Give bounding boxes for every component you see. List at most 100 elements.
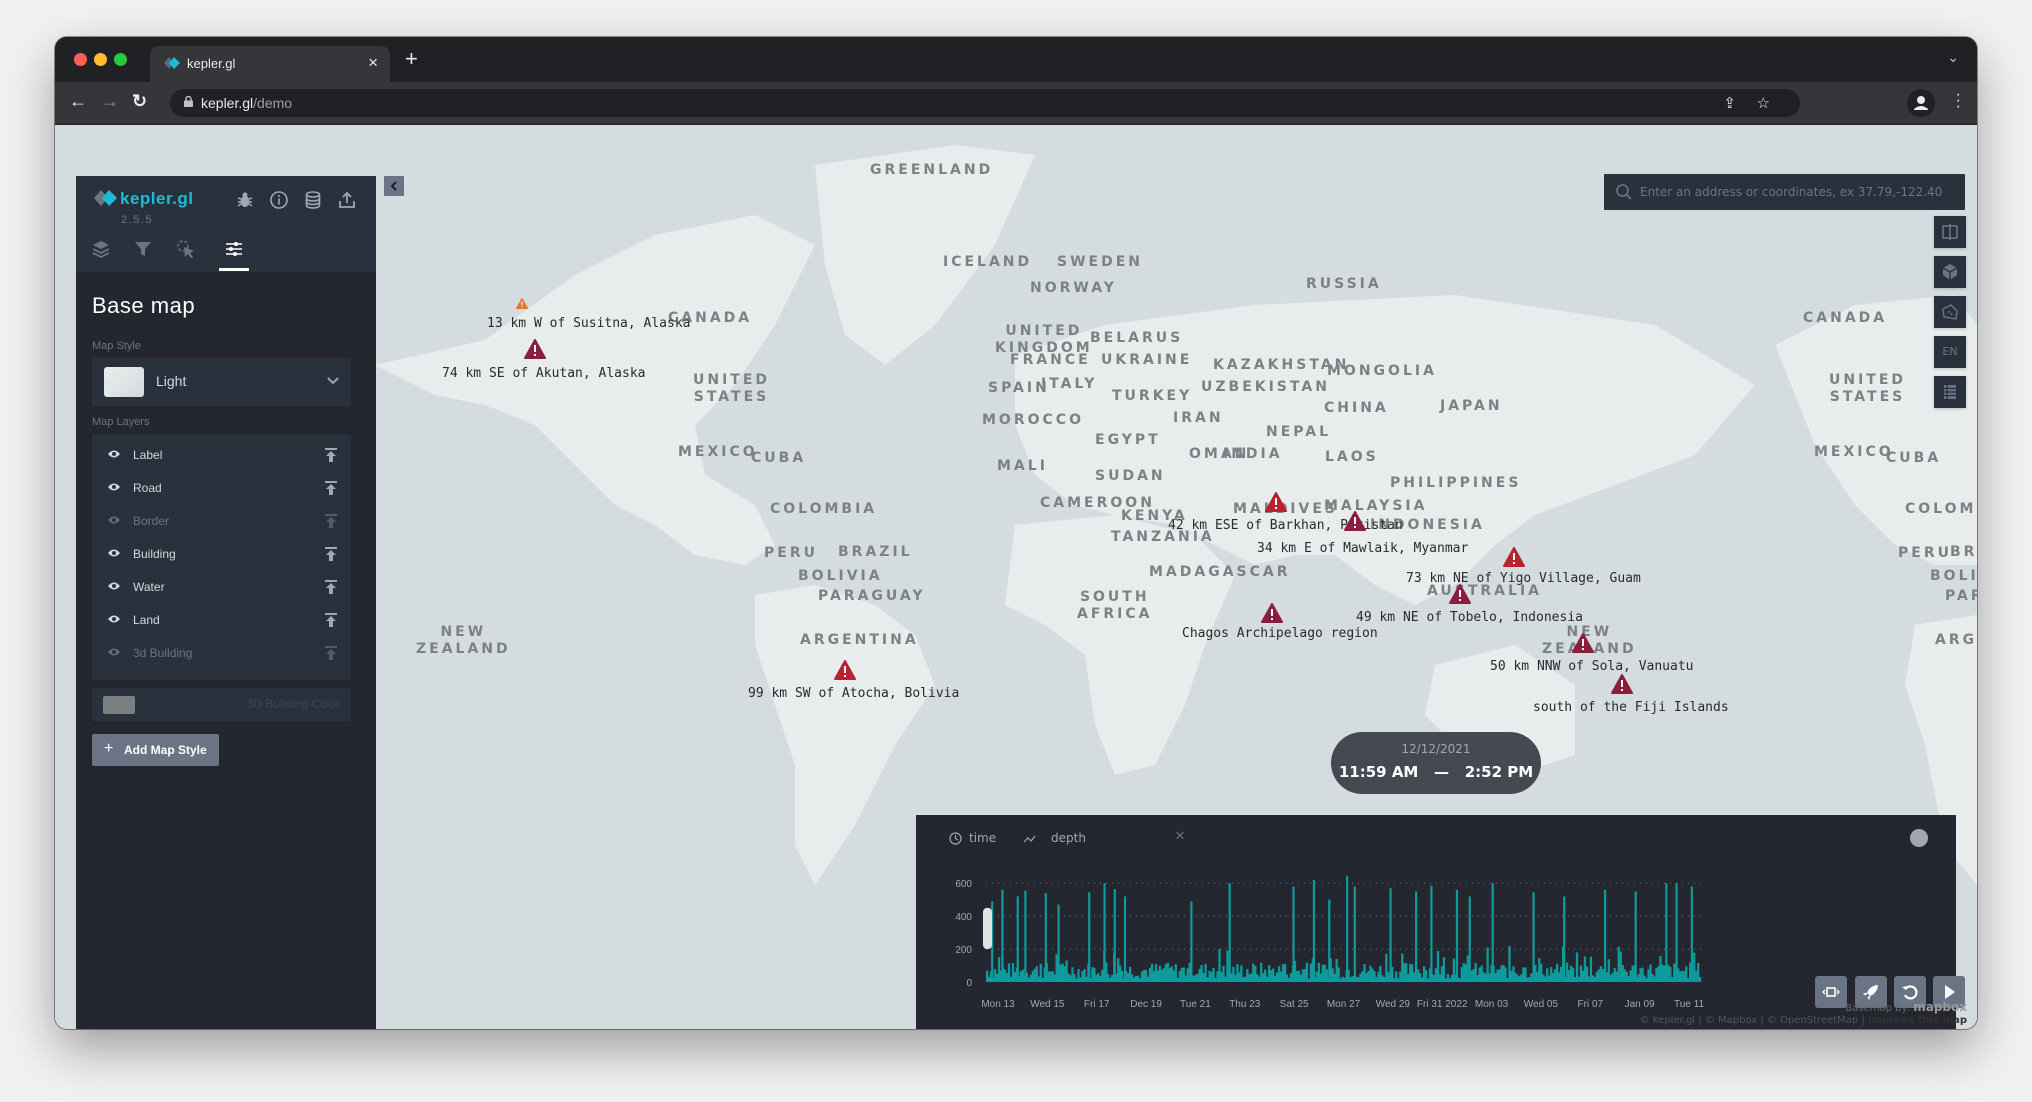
depth-histogram-chart[interactable]: 0 200 400 600 Mon 13 Wed 15 Fri 17 Dec 19 Tue 21… (936, 870, 1716, 1020)
country-label: SOUTH AFRICA (1077, 589, 1153, 622)
interactions-tab-icon[interactable] (175, 238, 197, 260)
minimize-window-button[interactable] (94, 53, 107, 66)
histogram-bar (1220, 972, 1223, 982)
histogram-bar (1073, 974, 1076, 982)
histogram-bar (1385, 953, 1388, 982)
histogram-bar (1697, 963, 1700, 982)
layers-tab-icon[interactable] (90, 238, 112, 260)
database-icon[interactable] (303, 190, 323, 210)
geocoder-input[interactable] (1640, 174, 1960, 210)
histogram-bar (1538, 957, 1541, 982)
move-to-top-icon[interactable] (325, 613, 337, 627)
earthquake-marker-icon[interactable] (524, 339, 546, 359)
eye-icon[interactable] (107, 614, 121, 624)
earthquake-marker-icon[interactable] (1261, 603, 1283, 623)
histogram-bar (1174, 964, 1177, 982)
y-axis-field-selector[interactable]: depth (1051, 831, 1086, 845)
share-icon[interactable] (337, 190, 357, 210)
close-tab-icon[interactable]: × (368, 53, 378, 73)
histogram-bar (1248, 974, 1251, 982)
bug-icon[interactable] (235, 190, 255, 210)
maximize-window-button[interactable] (114, 53, 127, 66)
eye-icon[interactable] (107, 581, 121, 591)
histogram-bar (1270, 970, 1273, 982)
histogram-peak-bar (1113, 888, 1116, 982)
move-to-top-icon[interactable] (325, 514, 337, 528)
histogram-bar (1156, 970, 1160, 982)
histogram-bar (1387, 972, 1390, 982)
profile-avatar[interactable] (1907, 89, 1935, 117)
move-to-top-icon[interactable] (325, 448, 337, 462)
locale-button[interactable]: EN (1934, 336, 1966, 368)
country-label: COLOMBIA (770, 501, 878, 517)
add-map-style-button[interactable]: + Add Map Style (92, 734, 219, 766)
earthquake-marker-icon[interactable] (516, 298, 528, 309)
move-to-top-icon[interactable] (325, 547, 337, 561)
histogram-bar (1357, 977, 1360, 982)
toggle-3d-button[interactable] (1934, 256, 1966, 288)
histogram-bar (1134, 975, 1138, 982)
new-tab-button[interactable]: + (405, 46, 418, 72)
remove-y-axis-icon[interactable]: × (1175, 826, 1185, 846)
eye-icon[interactable] (107, 482, 121, 492)
move-to-top-icon[interactable] (325, 580, 337, 594)
histogram-bar (1061, 963, 1064, 982)
histogram-bar (1127, 973, 1130, 982)
close-window-button[interactable] (74, 53, 87, 66)
eye-icon[interactable] (107, 548, 121, 558)
browser-menu-icon[interactable]: · · · (1956, 87, 1961, 115)
country-label: BOLIVIA (1930, 568, 1977, 584)
earthquake-label: 13 km W of Susitna, Alaska (487, 316, 691, 331)
country-label: MOROCCO (982, 412, 1084, 428)
histogram-bar (1548, 975, 1551, 982)
bookmark-star-icon[interactable]: ☆ (1757, 94, 1770, 112)
base-map-tab-icon[interactable] (223, 238, 245, 260)
eye-off-icon[interactable] (107, 515, 121, 525)
building-color-swatch[interactable] (103, 696, 135, 714)
eye-icon[interactable] (107, 449, 121, 459)
map-layer-row: Water (92, 571, 351, 604)
histogram-peak-bar (1123, 896, 1127, 982)
histogram-bar (1375, 976, 1378, 982)
earthquake-marker-icon[interactable] (834, 660, 856, 680)
geocoder-search (1604, 174, 1965, 210)
earthquake-marker-icon[interactable] (1344, 511, 1366, 531)
map-style-dropdown[interactable]: Light (92, 358, 351, 406)
country-label: NEW ZEALAND (416, 624, 511, 657)
earthquake-marker-icon[interactable] (1611, 674, 1633, 694)
legend-button[interactable] (1934, 376, 1966, 408)
move-to-top-icon[interactable] (325, 646, 337, 660)
share-page-icon[interactable]: ⇪ (1723, 94, 1736, 112)
histogram-bar (1146, 976, 1150, 982)
tab-search-chevron-icon[interactable]: ⌄ (1947, 49, 1959, 66)
earthquake-marker-icon[interactable] (1572, 633, 1594, 653)
move-to-top-icon[interactable] (325, 481, 337, 495)
histogram-bar (1069, 975, 1072, 982)
address-bar[interactable]: kepler.gl/demo ⇪ ☆ (170, 89, 1800, 117)
histogram-bar (1496, 969, 1499, 982)
forward-button[interactable]: → (101, 91, 119, 112)
histogram-bar (1315, 971, 1318, 982)
draw-polygon-button[interactable] (1934, 296, 1966, 328)
browser-tab[interactable]: kepler.gl × (150, 46, 390, 82)
range-brush-handle[interactable] (983, 907, 992, 950)
timeline-settings-icon[interactable] (1910, 829, 1928, 847)
histogram-peak-bar (1430, 885, 1433, 982)
earthquake-marker-icon[interactable] (1503, 547, 1525, 567)
histogram-peak-bar (1328, 899, 1331, 982)
filter-tab-icon[interactable] (132, 238, 154, 260)
earthquake-marker-icon[interactable] (1449, 584, 1471, 604)
time-field-selector[interactable]: time (969, 831, 996, 845)
info-icon[interactable] (269, 190, 289, 210)
building-color-picker[interactable]: 3D Building Color (92, 688, 351, 721)
improve-map-link[interactable]: Improve this map (1868, 1015, 1967, 1026)
earthquake-marker-icon[interactable] (1265, 492, 1287, 512)
histogram-bar (1655, 968, 1658, 982)
histogram-peak-bar (1228, 883, 1231, 982)
eye-off-icon[interactable] (107, 647, 121, 657)
back-button[interactable]: ← (69, 91, 87, 112)
split-map-button[interactable] (1934, 216, 1966, 248)
chevron-down-icon (327, 377, 339, 385)
reload-button[interactable]: ↻ (132, 91, 147, 112)
collapse-sidebar-button[interactable] (384, 176, 404, 196)
